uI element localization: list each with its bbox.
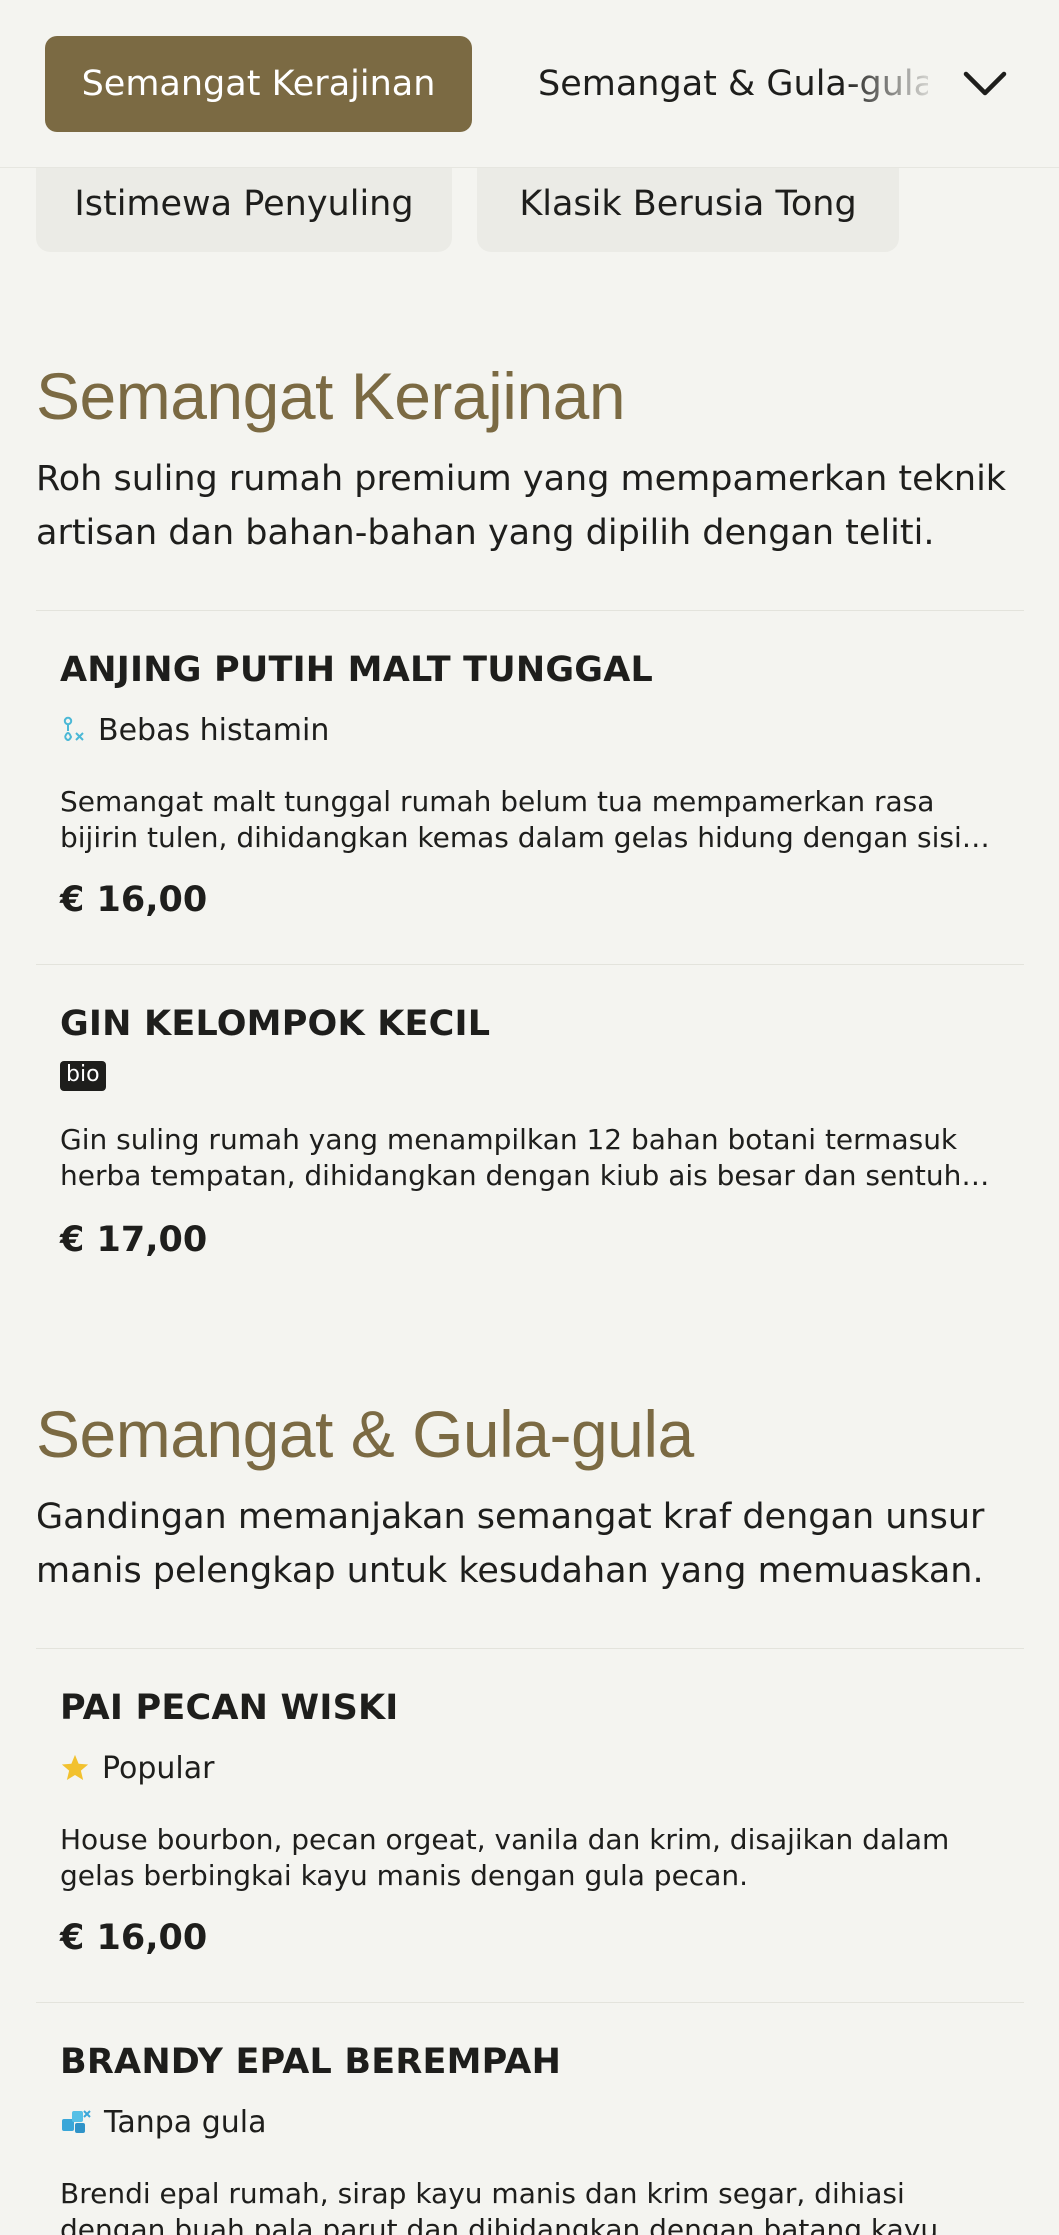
bio-badge: bio xyxy=(60,1061,106,1091)
category-dropdown-toggle[interactable] xyxy=(955,54,1015,114)
item-description: Gin suling rumah yang menampilkan 12 bah… xyxy=(60,1123,997,1192)
section-description: Roh suling rumah premium yang mempamerka… xyxy=(36,459,1007,553)
item-divider xyxy=(36,2002,1024,2003)
menu-page: Istimewa Penyuling Klasik Berusia Tong S… xyxy=(0,0,1059,2235)
item-tag: bio xyxy=(60,1058,106,1094)
item-price: € 16,00 xyxy=(60,880,208,920)
section-title: Semangat & Gula-gula xyxy=(36,1397,694,1471)
tag-label: Popular xyxy=(102,1750,215,1786)
item-tag: Bebas histamin xyxy=(60,712,329,748)
item-name: BRANDY EPAL BEREMPAH xyxy=(60,2042,562,2082)
item-description: Semangat malt tunggal rumah belum tua me… xyxy=(60,785,962,854)
section-description: Gandingan memanjakan semangat kraf denga… xyxy=(36,1497,985,1591)
item-description: House bourbon, pecan orgeat, vanila dan … xyxy=(60,1823,950,1892)
tag-label: Tanpa gula xyxy=(104,2104,267,2140)
item-tag: Popular xyxy=(60,1750,215,1786)
item-name: PAI PECAN WISKI xyxy=(60,1688,399,1728)
histamine-free-icon xyxy=(63,716,84,741)
tag-label: Bebas histamin xyxy=(98,712,330,748)
item-tag: Tanpa gula xyxy=(60,2104,267,2140)
category-nav-bar: Semangat Kerajinan Semangat & Gula-gula xyxy=(0,0,1059,168)
chevron-down-icon xyxy=(963,71,1007,96)
item-divider xyxy=(36,610,1024,611)
item-price: € 16,00 xyxy=(60,1918,208,1958)
category-tab-next[interactable]: Semangat & Gula-gula xyxy=(538,36,928,132)
section-title: Semangat Kerajinan xyxy=(36,359,626,433)
item-name: ANJING PUTIH MALT TUNGGAL xyxy=(60,650,653,690)
item-divider xyxy=(36,964,1024,965)
item-divider xyxy=(36,1648,1024,1649)
sugar-free-icon xyxy=(62,2110,91,2133)
item-price: € 17,00 xyxy=(60,1220,208,1260)
item-name: GIN KELOMPOK KECIL xyxy=(60,1004,491,1044)
item-description: Brendi epal rumah, sirap kayu manis dan … xyxy=(60,2177,939,2235)
star-icon xyxy=(61,1754,89,1780)
category-tab-active[interactable]: Semangat Kerajinan xyxy=(45,36,472,132)
